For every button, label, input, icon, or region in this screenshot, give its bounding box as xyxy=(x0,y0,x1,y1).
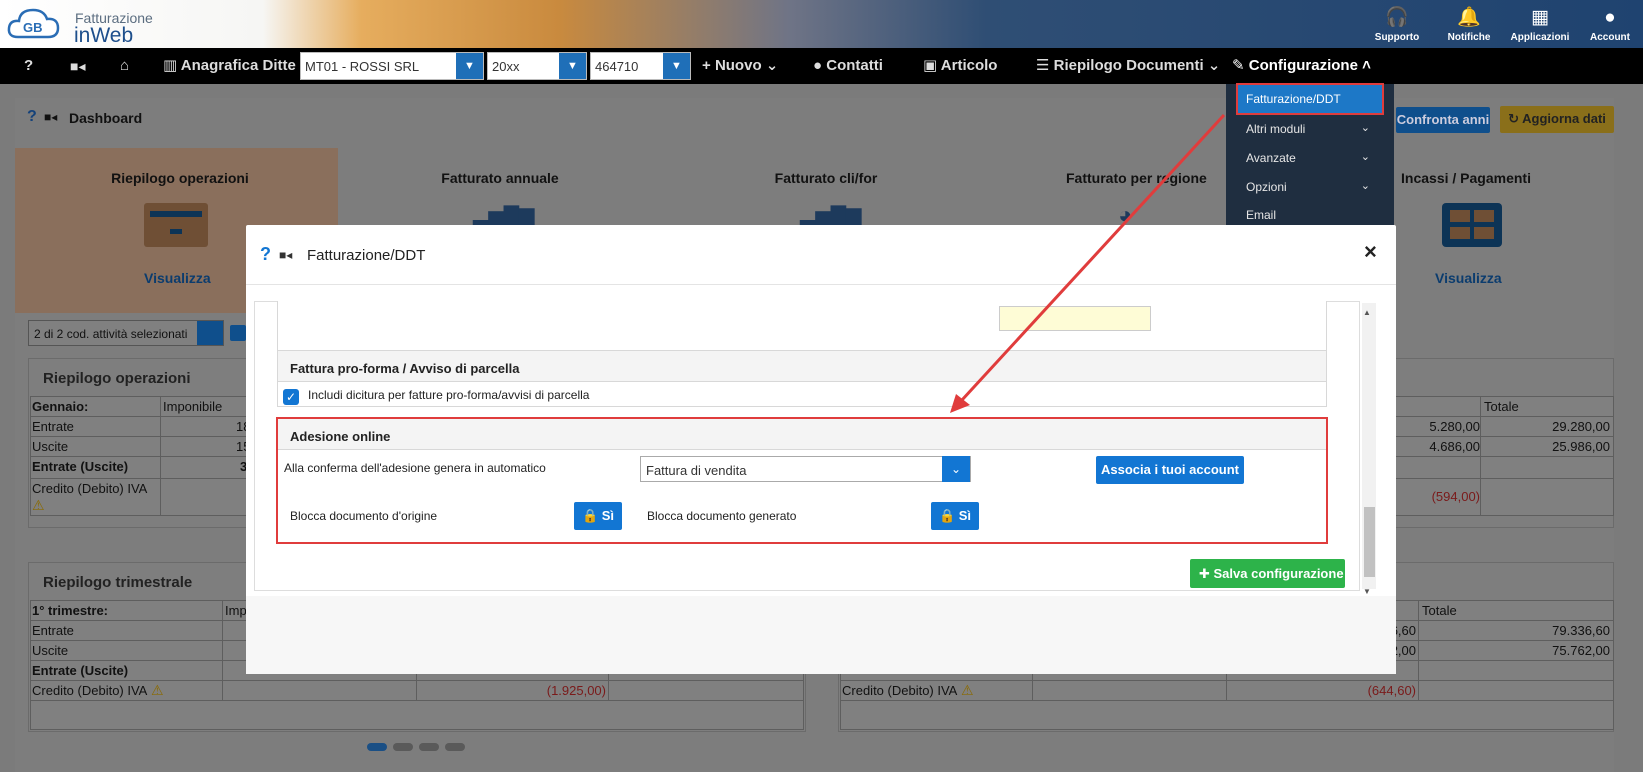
annotation-arrow xyxy=(950,113,1226,413)
